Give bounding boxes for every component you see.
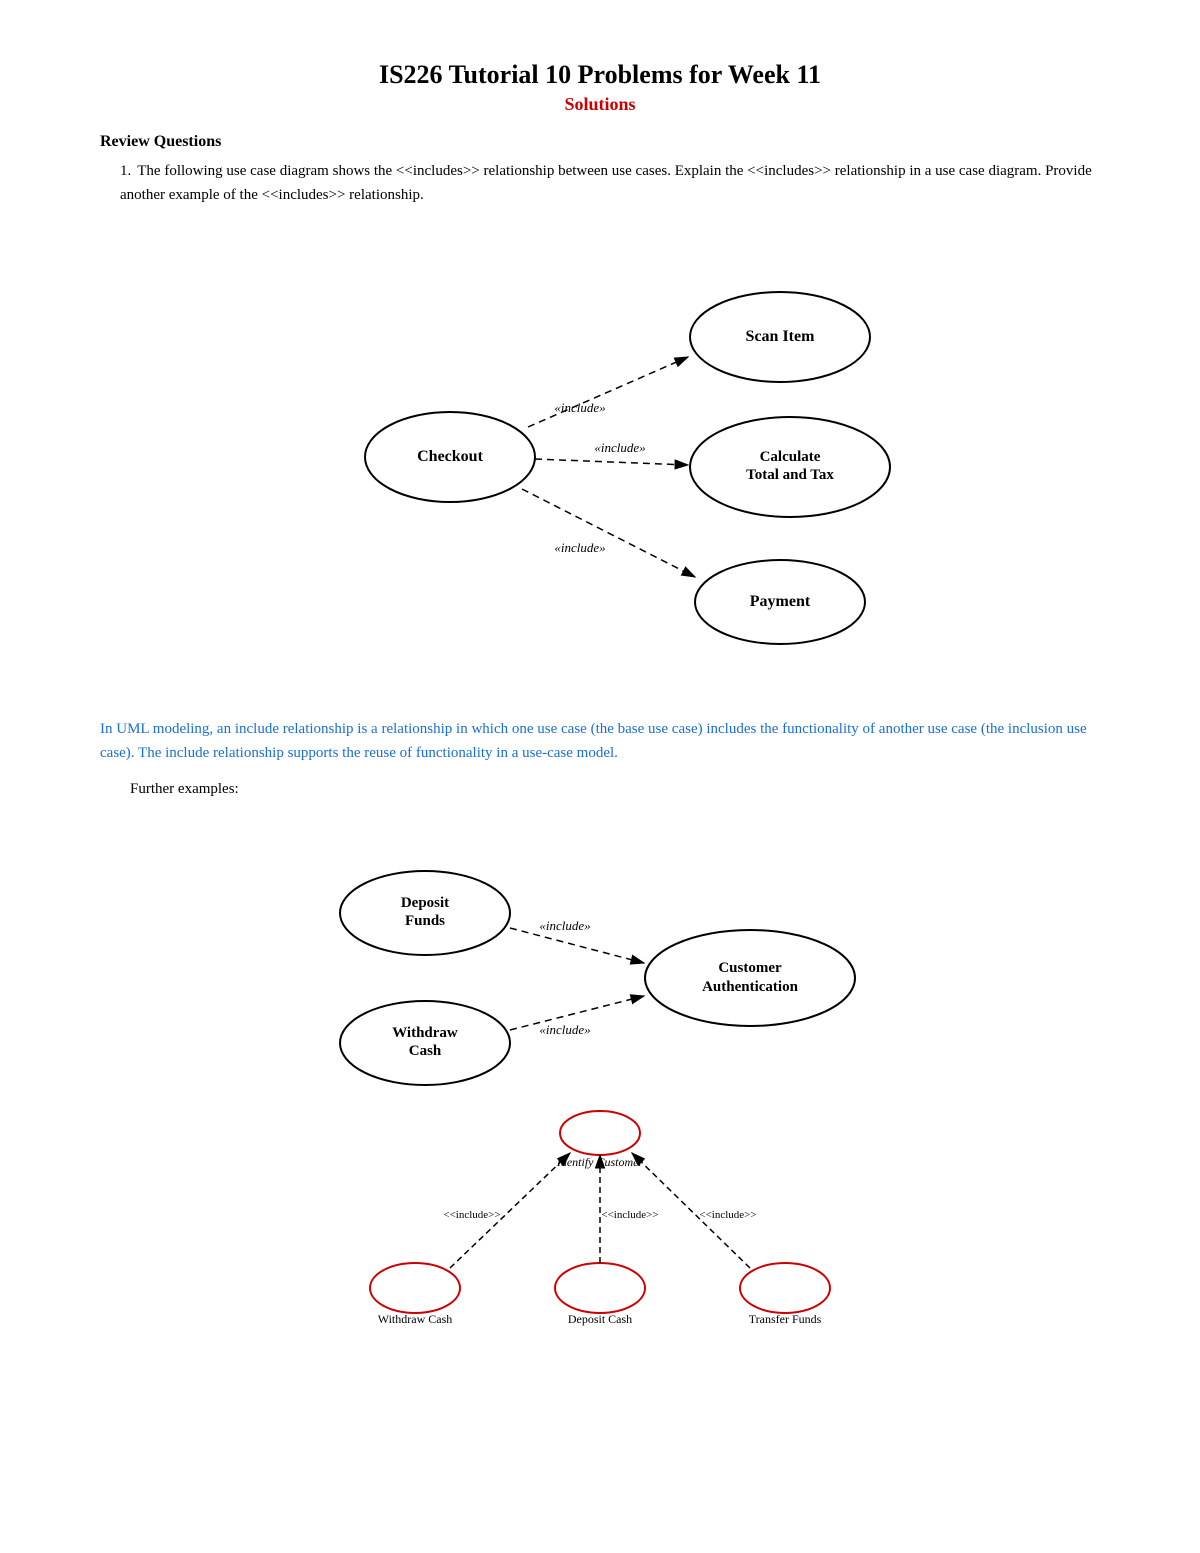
question-number: 1.: [120, 159, 131, 183]
include-label-2: «include»: [594, 440, 645, 455]
question-1: 1. The following use case diagram shows …: [120, 159, 1100, 207]
payment-label: Payment: [750, 593, 811, 610]
include-label-3: «include»: [554, 540, 605, 555]
calc-total-label1: Calculate: [760, 449, 821, 465]
include-label-d1: «include»: [539, 918, 590, 933]
include-label-1: «include»: [554, 400, 605, 415]
customer-auth-label1: Customer: [718, 960, 782, 976]
deposit-cash-small-label: Deposit Cash: [568, 1312, 632, 1326]
arrow-checkout-scan: [528, 357, 688, 427]
withdraw-cash-label2: Cash: [409, 1043, 442, 1059]
identify-customer-ellipse: [560, 1111, 640, 1155]
diagram1-container: Checkout Scan Item Calculate Total and T…: [100, 227, 1100, 687]
calc-total-label2: Total and Tax: [746, 467, 834, 483]
withdraw-cash-label1: Withdraw: [392, 1025, 458, 1041]
arrow-checkout-calc: [535, 459, 688, 465]
answer-text: In UML modeling, an include relationship…: [100, 717, 1100, 765]
include-label-tf: <<include>>: [699, 1209, 756, 1221]
review-questions-heading: Review Questions: [100, 133, 1100, 151]
diagram2-container: Deposit Funds Withdraw Cash Customer Aut…: [100, 818, 1100, 1348]
checkout-label: Checkout: [417, 448, 483, 465]
scan-item-label: Scan Item: [746, 328, 816, 345]
diagram2-svg: Deposit Funds Withdraw Cash Customer Aut…: [240, 818, 960, 1348]
withdraw-cash-small-ellipse: [370, 1263, 460, 1313]
deposit-funds-label1: Deposit: [401, 895, 449, 911]
solutions-label: Solutions: [100, 94, 1100, 115]
diagram1-svg: Checkout Scan Item Calculate Total and T…: [250, 227, 950, 687]
transfer-funds-label: Transfer Funds: [749, 1312, 822, 1326]
arrow-checkout-payment: [522, 489, 695, 577]
further-examples: Further examples:: [130, 781, 1100, 798]
deposit-cash-small-ellipse: [555, 1263, 645, 1313]
transfer-funds-ellipse: [740, 1263, 830, 1313]
withdraw-cash-small-label: Withdraw Cash: [378, 1312, 453, 1326]
include-label-dc: <<include>>: [601, 1209, 658, 1221]
include-label-d2: «include»: [539, 1022, 590, 1037]
page-title: IS226 Tutorial 10 Problems for Week 11: [100, 60, 1100, 90]
question-1-text: The following use case diagram shows the…: [120, 163, 1092, 203]
include-label-wc: <<include>>: [443, 1209, 500, 1221]
arrow-deposit-auth: [510, 928, 644, 963]
customer-auth-ellipse: [645, 930, 855, 1026]
deposit-funds-label2: Funds: [405, 913, 445, 929]
customer-auth-label2: Authentication: [702, 979, 798, 995]
